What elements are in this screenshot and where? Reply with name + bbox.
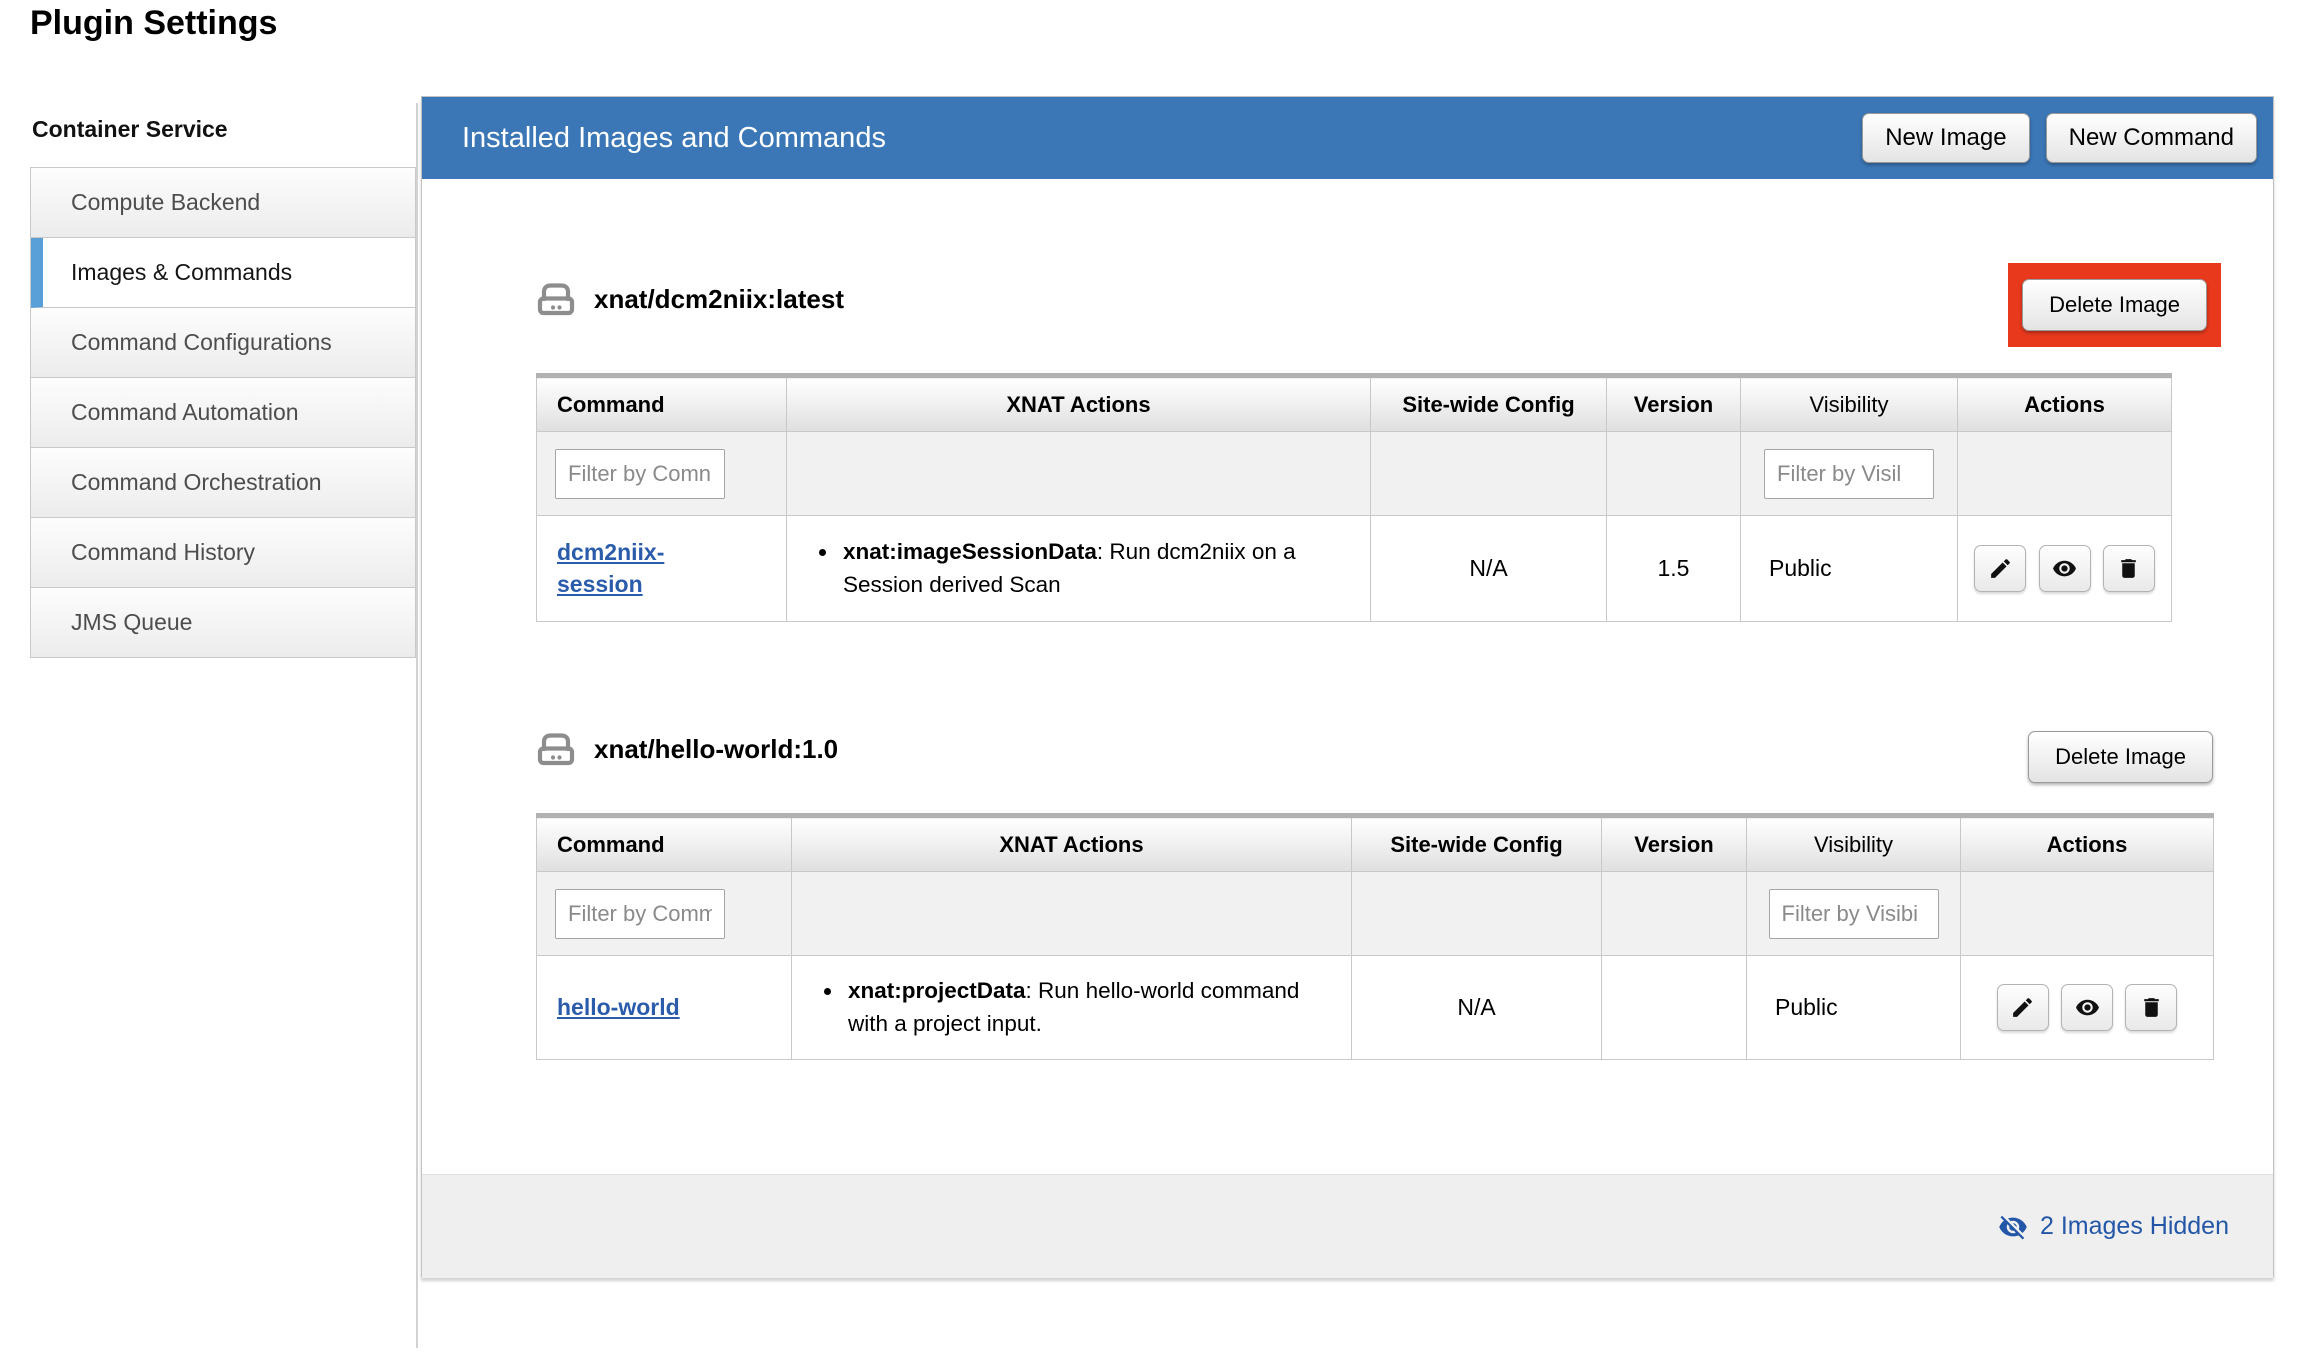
- panel-header: Installed Images and Commands New Image …: [422, 97, 2273, 179]
- column-header-site-wide-config: Site-wide Config: [1352, 816, 1602, 872]
- sidebar-item-jms-queue[interactable]: JMS Queue: [31, 588, 415, 658]
- pencil-icon: [2010, 995, 2035, 1020]
- sidebar-item-command-history[interactable]: Command History: [31, 518, 415, 588]
- version-value: 1.5: [1607, 516, 1741, 622]
- image-name: xnat/hello-world:1.0: [594, 734, 838, 765]
- panel-footer: 2 Images Hidden: [422, 1174, 2273, 1278]
- new-image-button[interactable]: New Image: [1862, 113, 2029, 163]
- installed-images-panel: Installed Images and Commands New Image …: [421, 96, 2274, 1277]
- version-value: [1602, 956, 1747, 1060]
- column-header-actions: Actions: [1961, 816, 2214, 872]
- visibility-filter-input[interactable]: [1769, 889, 1939, 939]
- column-header-xnat-actions: XNAT Actions: [787, 376, 1371, 432]
- sidebar-item-command-automation[interactable]: Command Automation: [31, 378, 415, 448]
- column-header-xnat-actions: XNAT Actions: [792, 816, 1352, 872]
- filter-row: [537, 432, 2172, 516]
- filter-row: [537, 872, 2214, 956]
- images-hidden-link[interactable]: 2 Images Hidden: [1998, 1212, 2229, 1242]
- table-header-row: Command XNAT Actions Site-wide Config Ve…: [537, 816, 2214, 872]
- delete-command-button[interactable]: [2125, 984, 2177, 1031]
- row-actions: [1961, 956, 2214, 1060]
- site-wide-config-value: N/A: [1352, 956, 1602, 1060]
- hard-drive-icon: [536, 731, 576, 767]
- column-header-visibility: Visibility: [1741, 376, 1958, 432]
- sidebar-menu: Compute Backend Images & Commands Comman…: [30, 167, 416, 658]
- xnat-action-item: xnat:imageSessionData: Run dcm2niix on a…: [839, 536, 1346, 601]
- table-row: hello-world xnat:projectData: Run hello-…: [537, 956, 2214, 1060]
- column-header-site-wide-config: Site-wide Config: [1371, 376, 1607, 432]
- visibility-filter-input[interactable]: [1764, 449, 1934, 499]
- header-buttons: New Image New Command: [1862, 113, 2257, 163]
- table-header-row: Command XNAT Actions Site-wide Config Ve…: [537, 376, 2172, 432]
- column-header-command: Command: [537, 816, 792, 872]
- trash-icon: [2116, 556, 2141, 581]
- commands-table-dcm2niix: Command XNAT Actions Site-wide Config Ve…: [536, 373, 2172, 622]
- commands-table-hello-world: Command XNAT Actions Site-wide Config Ve…: [536, 813, 2214, 1060]
- delete-image-button-dcm2niix[interactable]: Delete Image: [2022, 279, 2207, 331]
- image-name: xnat/dcm2niix:latest: [594, 284, 844, 315]
- images-hidden-label: 2 Images Hidden: [2040, 1212, 2229, 1241]
- delete-image-wrap: Delete Image: [2028, 731, 2213, 783]
- edit-command-button[interactable]: [1997, 984, 2049, 1031]
- delete-command-button[interactable]: [2103, 545, 2155, 592]
- new-command-button[interactable]: New Command: [2046, 113, 2257, 163]
- column-header-command: Command: [537, 376, 787, 432]
- eye-icon: [2075, 995, 2100, 1020]
- edit-command-button[interactable]: [1974, 545, 2026, 592]
- image-title-dcm2niix: xnat/dcm2niix:latest: [536, 281, 844, 317]
- xnat-action-item: xnat:projectData: Run hello-world comman…: [844, 975, 1327, 1040]
- hard-drive-icon: [536, 281, 576, 317]
- delete-image-button-hello-world[interactable]: Delete Image: [2028, 731, 2213, 783]
- view-command-button[interactable]: [2039, 545, 2091, 592]
- row-actions: [1958, 516, 2172, 622]
- column-header-visibility: Visibility: [1747, 816, 1961, 872]
- visibility-value: Public: [1741, 516, 1958, 622]
- sidebar: Container Service Compute Backend Images…: [30, 110, 416, 658]
- page-title: Plugin Settings: [30, 4, 277, 43]
- sidebar-item-compute-backend[interactable]: Compute Backend: [31, 168, 415, 238]
- visibility-value: Public: [1747, 956, 1961, 1060]
- panel-title: Installed Images and Commands: [462, 122, 886, 155]
- sidebar-item-command-configurations[interactable]: Command Configurations: [31, 308, 415, 378]
- command-link-hello-world[interactable]: hello-world: [557, 994, 680, 1020]
- view-command-button[interactable]: [2061, 984, 2113, 1031]
- command-filter-input[interactable]: [555, 449, 725, 499]
- column-header-version: Version: [1602, 816, 1747, 872]
- command-filter-input[interactable]: [555, 889, 725, 939]
- sidebar-divider: [416, 103, 418, 1348]
- table-row: dcm2niix-session xnat:imageSessionData: …: [537, 516, 2172, 622]
- eye-icon: [2052, 556, 2077, 581]
- column-header-actions: Actions: [1958, 376, 2172, 432]
- delete-image-highlight-box: Delete Image: [2008, 263, 2221, 347]
- eye-slash-icon: [1998, 1212, 2028, 1242]
- command-link-dcm2niix-session[interactable]: dcm2niix-session: [557, 539, 664, 596]
- site-wide-config-value: N/A: [1371, 516, 1607, 622]
- sidebar-heading: Container Service: [30, 110, 416, 167]
- image-title-hello-world: xnat/hello-world:1.0: [536, 731, 838, 767]
- sidebar-item-command-orchestration[interactable]: Command Orchestration: [31, 448, 415, 518]
- column-header-version: Version: [1607, 376, 1741, 432]
- trash-icon: [2139, 995, 2164, 1020]
- pencil-icon: [1988, 556, 2013, 581]
- sidebar-item-images-commands[interactable]: Images & Commands: [31, 238, 415, 308]
